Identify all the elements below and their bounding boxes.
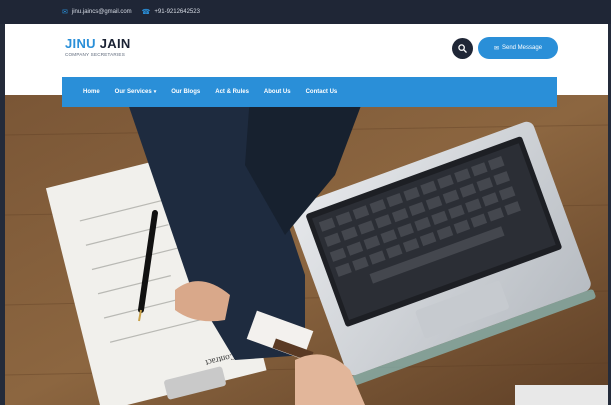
nav-about-us[interactable]: About Us [264, 89, 291, 95]
chevron-down-icon: ▾ [153, 89, 157, 95]
contact-phone-text: +91-9212642523 [154, 9, 200, 15]
search-icon [458, 44, 467, 53]
nav-home[interactable]: Home [83, 89, 100, 95]
send-message-label: Send Message [502, 45, 543, 51]
hero-photo-illustration: Contract [5, 95, 608, 405]
envelope-icon: ✉ [493, 45, 499, 52]
search-button[interactable] [452, 38, 473, 59]
logo-tagline: COMPANY SECRETARIES [65, 52, 125, 57]
logo-last-name: JAIN [99, 36, 131, 51]
top-contact-bar: ✉ jinu.jaincs@gmail.com ☎ +91-9212642523 [0, 0, 611, 24]
send-message-button[interactable]: ✉ Send Message [478, 37, 558, 59]
paper-corner [515, 385, 608, 405]
nav-our-services[interactable]: Our Services ▾ [115, 89, 157, 95]
site-logo[interactable]: JINU JAIN COMPANY SECRETARIES [65, 37, 131, 58]
nav-our-services-label: Our Services [114, 89, 152, 95]
contact-phone[interactable]: ☎ +91-9212642523 [142, 9, 200, 16]
hero-image: Contract [5, 95, 608, 405]
page: ✉ jinu.jaincs@gmail.com ☎ +91-9212642523… [0, 0, 611, 405]
logo-name: JINU JAIN [65, 37, 131, 51]
contact-email[interactable]: ✉ jinu.jaincs@gmail.com [62, 9, 132, 16]
contact-email-text: jinu.jaincs@gmail.com [71, 9, 132, 15]
nav-contact-us[interactable]: Contact Us [306, 89, 338, 95]
envelope-icon: ✉ [62, 8, 68, 16]
phone-icon: ☎ [141, 8, 151, 16]
nav-our-blogs[interactable]: Our Blogs [171, 89, 200, 95]
main-navigation: Home Our Services ▾ Our Blogs Act & Rules… [62, 77, 557, 107]
nav-act-rules[interactable]: Act & Rules [215, 89, 249, 95]
logo-first-name: JINU [65, 36, 96, 51]
